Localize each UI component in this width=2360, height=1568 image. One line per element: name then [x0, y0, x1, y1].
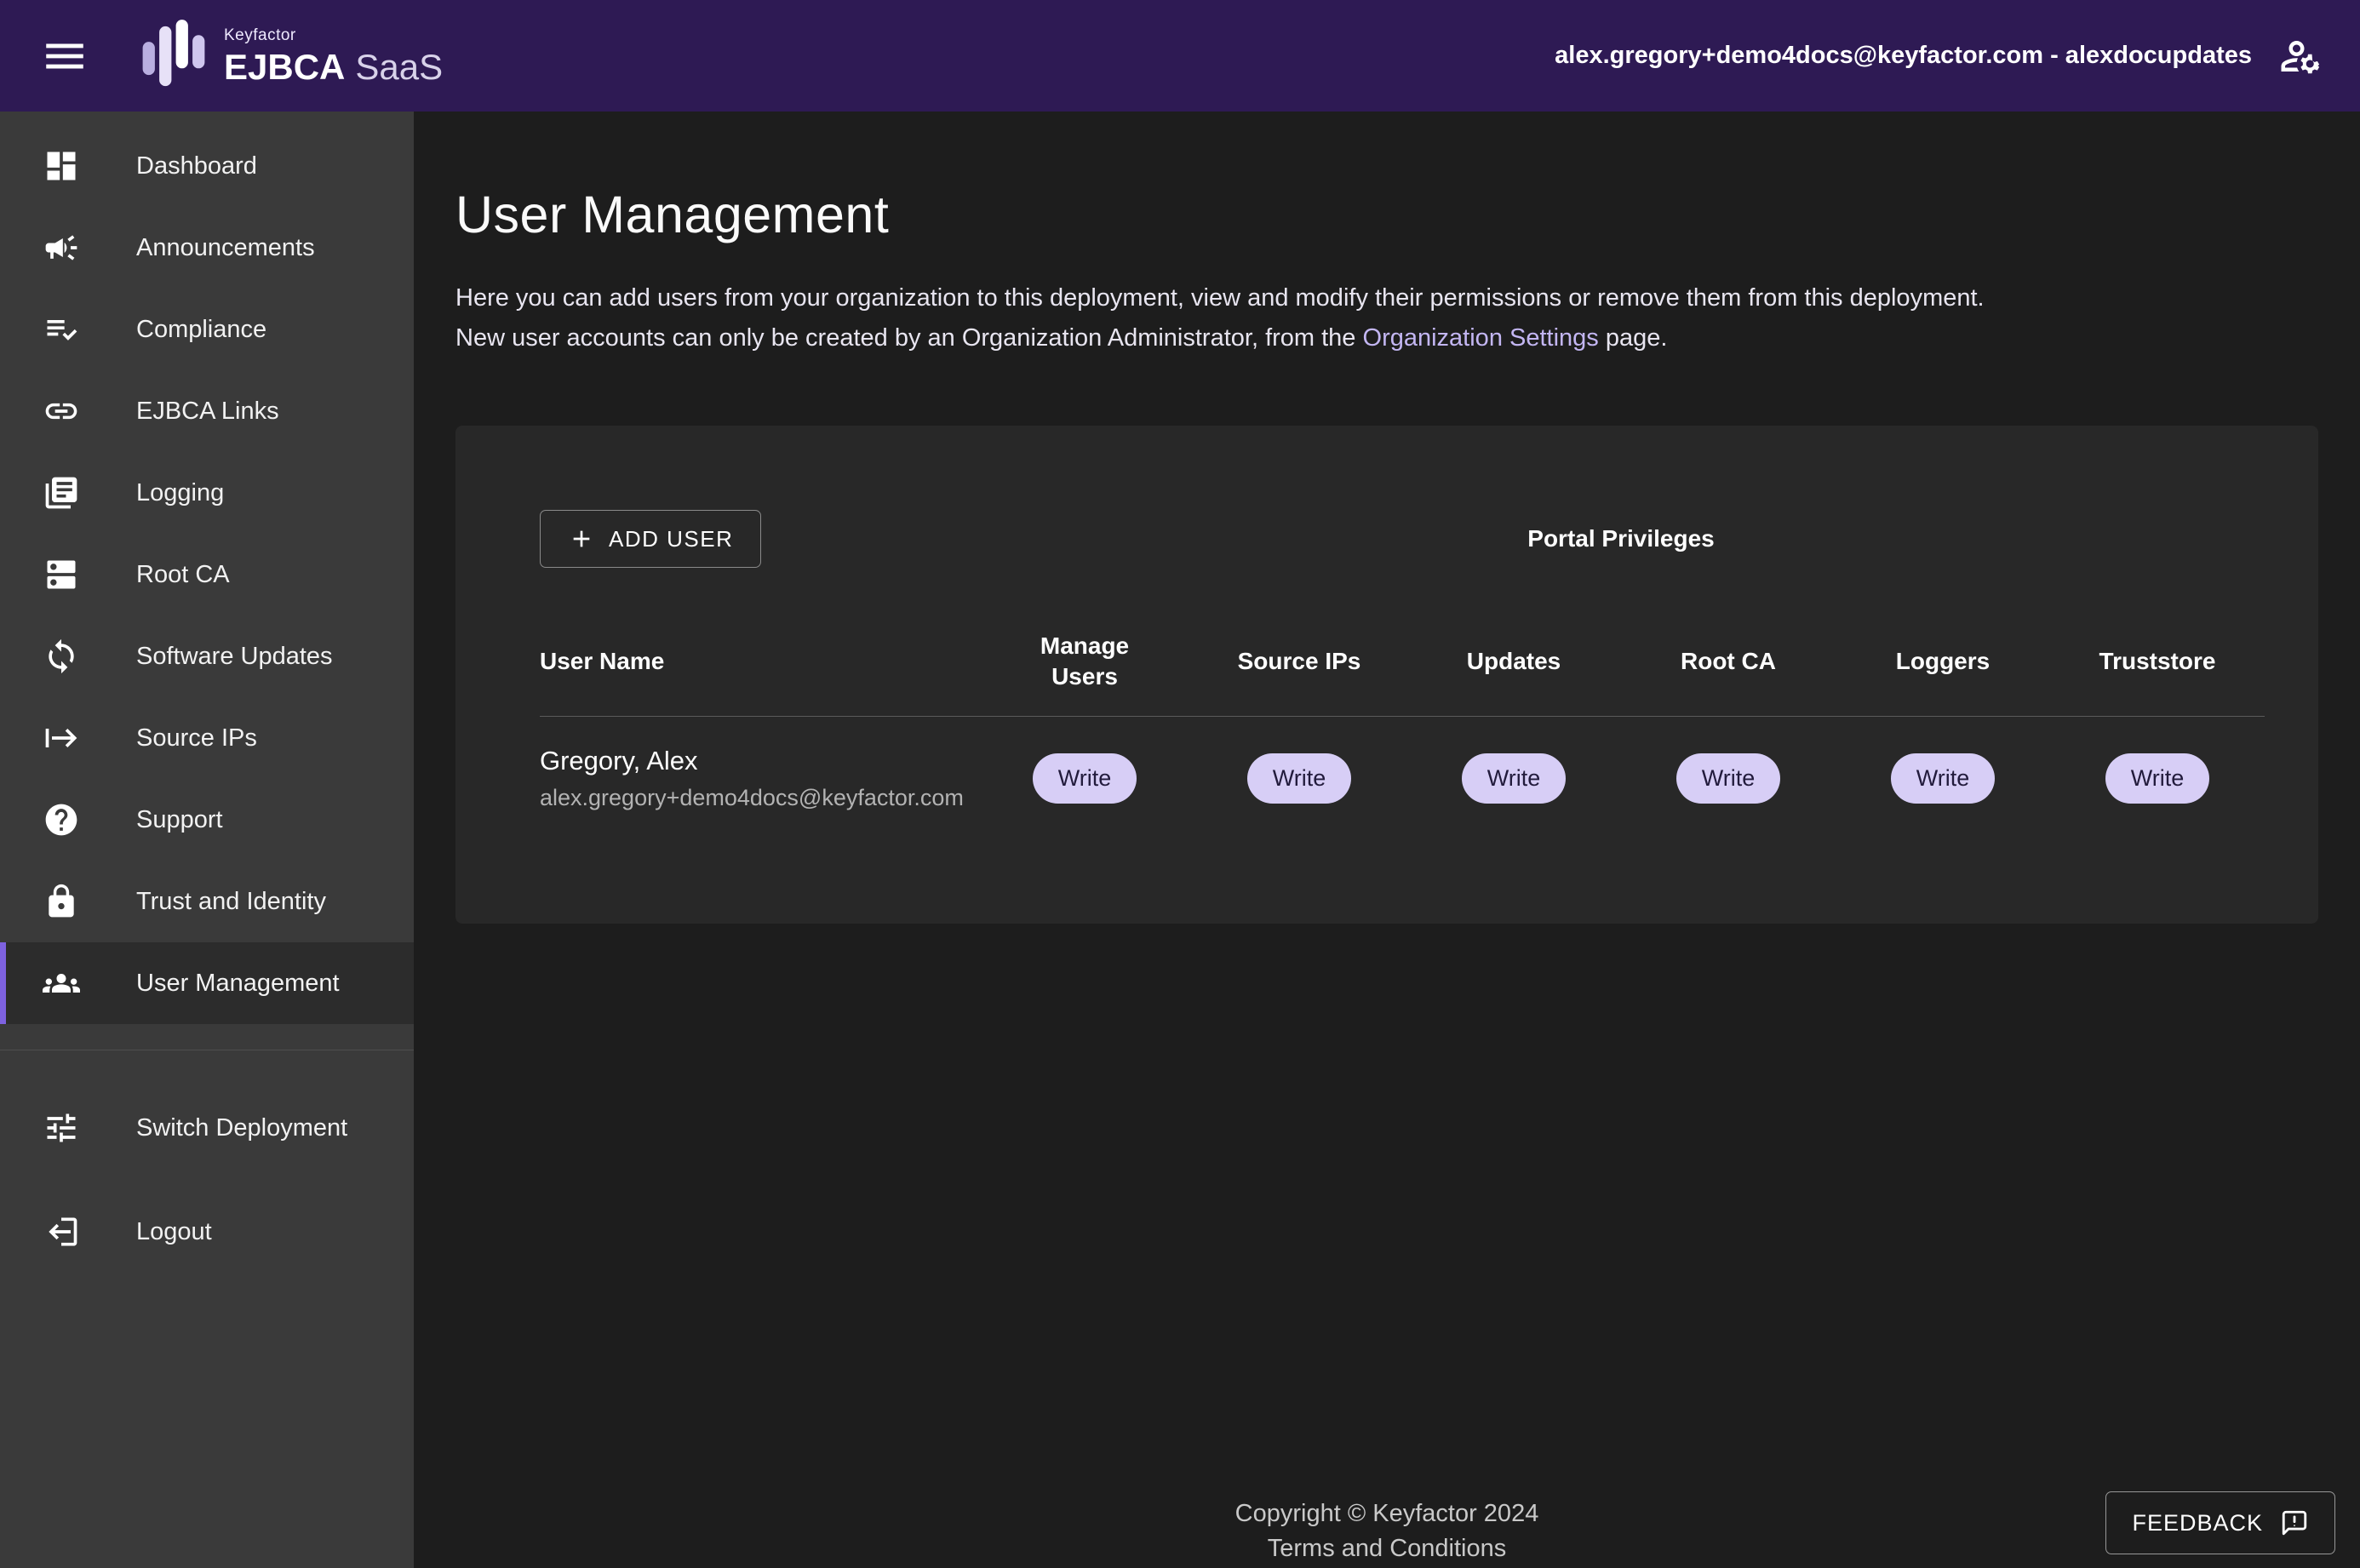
privilege-write-button-source-ips[interactable]: Write — [1247, 753, 1352, 804]
sidebar: Dashboard Announcements Compliance EJBCA… — [0, 112, 414, 1568]
brand-logo: Keyfactor EJBCA SaaS — [140, 20, 443, 93]
column-header-user-name: User Name — [540, 648, 977, 675]
sidebar-item-switch-deployment[interactable]: Switch Deployment — [0, 1076, 414, 1180]
sidebar-item-root-ca[interactable]: Root CA — [0, 534, 414, 615]
sidebar-item-label: EJBCA Links — [136, 398, 279, 426]
menu-icon[interactable] — [40, 31, 89, 81]
link-icon — [43, 392, 80, 430]
top-bar: Keyfactor EJBCA SaaS alex.gregory+demo4d… — [0, 0, 2360, 112]
sidebar-item-label: User Management — [136, 970, 340, 998]
sidebar-item-software-updates[interactable]: Software Updates — [0, 615, 414, 697]
add-user-button[interactable]: ADD USER — [540, 510, 761, 568]
column-header-manage-users: Manage Users — [977, 631, 1192, 692]
source-ips-icon — [43, 719, 80, 757]
logout-icon — [43, 1213, 80, 1250]
sidebar-item-source-ips[interactable]: Source IPs — [0, 697, 414, 779]
feedback-icon — [2280, 1508, 2309, 1537]
sidebar-item-label: Trust and Identity — [136, 888, 326, 916]
sidebar-item-trust-and-identity[interactable]: Trust and Identity — [0, 861, 414, 942]
privilege-write-button-root-ca[interactable]: Write — [1676, 753, 1781, 804]
trust-identity-icon — [43, 883, 80, 920]
sidebar-item-label: Logging — [136, 479, 224, 507]
sidebar-item-label: Announcements — [136, 234, 315, 262]
sidebar-item-announcements[interactable]: Announcements — [0, 207, 414, 289]
column-header-root-ca: Root CA — [1621, 646, 1836, 677]
brand-ejbca-label: EJBCA — [224, 49, 345, 85]
feedback-button[interactable]: FEEDBACK — [2105, 1491, 2335, 1554]
sidebar-item-dashboard[interactable]: Dashboard — [0, 125, 414, 207]
page-title: User Management — [455, 185, 2318, 244]
compliance-icon — [43, 311, 80, 348]
privilege-write-button-manage-users[interactable]: Write — [1033, 753, 1137, 804]
logging-icon — [43, 474, 80, 512]
support-icon — [43, 801, 80, 838]
sidebar-item-label: Logout — [136, 1218, 212, 1246]
page-description: Here you can add users from your organiz… — [455, 278, 2318, 358]
brand-saas-label: SaaS — [355, 49, 443, 85]
switch-deployment-icon — [43, 1109, 80, 1147]
description-line1: Here you can add users from your organiz… — [455, 284, 1985, 312]
manage-accounts-icon[interactable] — [2277, 33, 2323, 79]
user-management-card: ADD USER Portal Privileges User Name Man… — [455, 426, 2318, 924]
column-header-updates: Updates — [1406, 646, 1621, 677]
sidebar-item-logging[interactable]: Logging — [0, 452, 414, 534]
copyright-text: Copyright © Keyfactor 2024 — [1235, 1496, 1539, 1531]
sidebar-item-label: Compliance — [136, 316, 266, 344]
sidebar-item-user-management[interactable]: User Management — [0, 942, 414, 1024]
privilege-write-button-truststore[interactable]: Write — [2105, 753, 2210, 804]
table-row: Gregory, Alex alex.gregory+demo4docs@key… — [540, 717, 2265, 845]
sidebar-item-ejbca-links[interactable]: EJBCA Links — [0, 370, 414, 452]
user-management-icon — [43, 964, 80, 1002]
software-updates-icon — [43, 638, 80, 675]
sidebar-item-label: Dashboard — [136, 152, 257, 180]
sidebar-item-support[interactable]: Support — [0, 779, 414, 861]
sidebar-item-label: Switch Deployment — [136, 1114, 347, 1142]
description-line2-suffix: page. — [1606, 324, 1668, 352]
terms-and-conditions-link[interactable]: Terms and Conditions — [1235, 1531, 1539, 1566]
user-email: alex.gregory+demo4docs@keyfactor.com — [540, 785, 977, 811]
dashboard-icon — [43, 147, 80, 185]
sidebar-item-logout[interactable]: Logout — [0, 1180, 414, 1284]
brand-text: Keyfactor EJBCA SaaS — [224, 27, 443, 85]
column-header-truststore: Truststore — [2050, 646, 2265, 677]
root-ca-icon — [43, 556, 80, 593]
account-info: alex.gregory+demo4docs@keyfactor.com - a… — [1555, 42, 2252, 70]
privilege-write-button-updates[interactable]: Write — [1462, 753, 1567, 804]
sidebar-item-label: Support — [136, 806, 223, 834]
user-name: Gregory, Alex — [540, 746, 977, 776]
organization-settings-link[interactable]: Organization Settings — [1363, 324, 1599, 352]
plus-icon — [568, 525, 595, 552]
page-footer: Copyright © Keyfactor 2024 Terms and Con… — [1235, 1496, 1539, 1568]
column-header-source-ips: Source IPs — [1192, 646, 1406, 677]
description-line2: New user accounts can only be created by… — [455, 324, 1355, 352]
portal-privileges-heading: Portal Privileges — [977, 525, 2265, 552]
table-header-row: User Name Manage Users Source IPs Update… — [540, 631, 2265, 692]
sidebar-item-label: Software Updates — [136, 643, 333, 671]
sidebar-item-compliance[interactable]: Compliance — [0, 289, 414, 370]
keyfactor-logo-icon — [140, 20, 207, 93]
column-header-loggers: Loggers — [1836, 646, 2050, 677]
sidebar-item-label: Root CA — [136, 561, 230, 589]
privilege-write-button-loggers[interactable]: Write — [1891, 753, 1996, 804]
brand-keyfactor-label: Keyfactor — [224, 27, 443, 43]
sidebar-item-label: Source IPs — [136, 724, 257, 753]
main-content: User Management Here you can add users f… — [414, 112, 2360, 1568]
announcements-icon — [43, 229, 80, 266]
